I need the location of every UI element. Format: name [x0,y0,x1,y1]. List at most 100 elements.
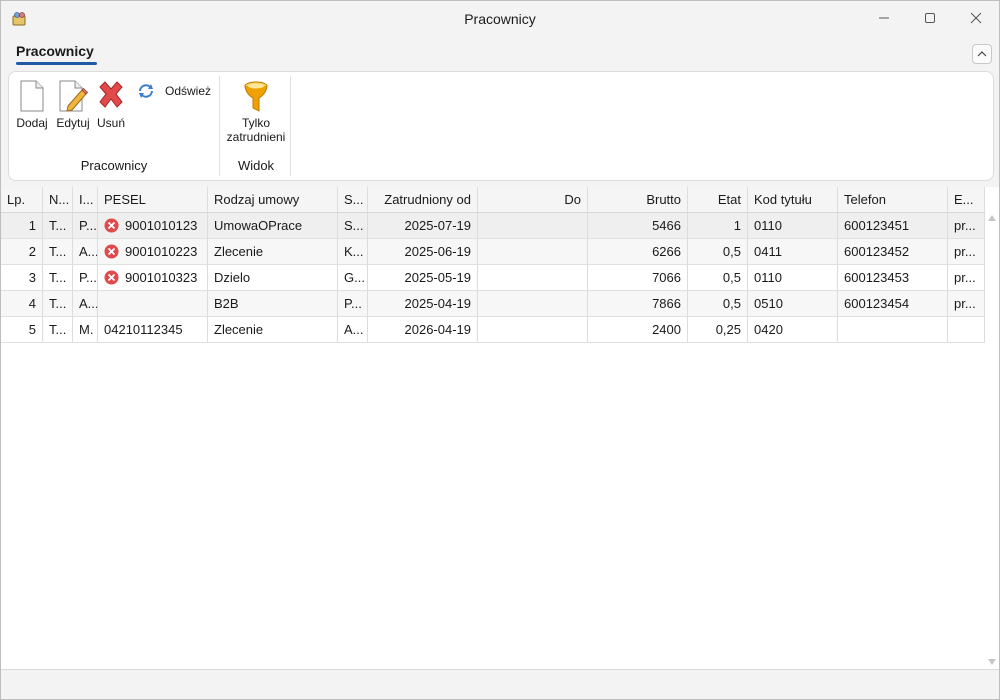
refresh-button-label: Odśwież [165,84,212,98]
maximize-icon [925,13,935,23]
funnel-icon [244,81,268,112]
cell-kod-tytulu: 0411 [748,239,838,264]
column-header-nazwisko[interactable]: N... [43,187,73,212]
filter-button-label-line2: zatrudnieni [226,130,286,144]
employees-grid[interactable]: Lp. N... I... PESEL Rodzaj umowy S... Za… [1,187,999,669]
cell-imie: M. [73,317,98,342]
group-separator [219,76,220,176]
cell-brutto: 7066 [588,265,688,290]
maximize-button[interactable] [907,1,953,35]
cell-do [478,291,588,316]
cell-rodzaj-umowy: Zlecenie [208,239,338,264]
cell-pesel-value: 9001010223 [125,244,198,259]
cell-kod-tytulu: 0420 [748,317,838,342]
close-button[interactable] [953,1,999,35]
cell-s: S... [338,213,368,238]
cell-telefon: 600123454 [838,291,948,316]
table-row[interactable]: 5 T... M. 04210112345 Zlecenie A... 2026… [1,317,985,343]
minimize-button[interactable] [861,1,907,35]
column-header-email[interactable]: E... [948,187,985,212]
cell-brutto: 6266 [588,239,688,264]
collapse-ribbon-button[interactable] [972,44,992,64]
cell-do [478,317,588,342]
cell-do [478,265,588,290]
column-header-zatrudniony-od[interactable]: Zatrudniony od [368,187,478,212]
cell-pesel: 9001010123 [98,213,208,238]
new-document-icon [20,80,44,112]
cell-email: pr... [948,265,985,290]
cell-rodzaj-umowy: Dzielo [208,265,338,290]
cell-do [478,239,588,264]
delete-button[interactable]: Usuń [95,80,127,130]
cell-brutto: 7866 [588,291,688,316]
vertical-scrollbar[interactable] [985,213,999,669]
table-row[interactable]: 1 T... P... 9001010123 UmowaOPrace S... … [1,213,985,239]
cell-imie: P... [73,213,98,238]
cell-email: pr... [948,291,985,316]
column-header-s[interactable]: S... [338,187,368,212]
column-header-telefon[interactable]: Telefon [838,187,948,212]
cell-etat: 0,5 [688,265,748,290]
title-bar[interactable]: Pracownicy [1,1,999,37]
cell-lp: 1 [1,213,43,238]
cell-zatrudniony-od: 2025-07-19 [368,213,478,238]
edit-button[interactable]: Edytuj [53,80,93,130]
column-header-kod-tytulu[interactable]: Kod tytułu [748,187,838,212]
status-bar [1,669,999,699]
cell-kod-tytulu: 0110 [748,213,838,238]
ribbon: Pracownicy Dodaj Edytuj Usuń Odśwież Pra… [1,37,999,187]
error-circle-icon [104,270,119,285]
cell-zatrudniony-od: 2025-05-19 [368,265,478,290]
filter-button-label-line1: Tylko [241,116,270,130]
add-button[interactable]: Dodaj [13,80,51,130]
ribbon-panel: Dodaj Edytuj Usuń Odśwież Pracownicy Tyl… [8,71,994,181]
refresh-button[interactable]: Odśwież [137,82,217,102]
cell-email [948,317,985,342]
cell-etat: 1 [688,213,748,238]
column-header-etat[interactable]: Etat [688,187,748,212]
cell-etat: 0,5 [688,239,748,264]
ribbon-tab-pracownicy[interactable]: Pracownicy [16,43,94,59]
minimize-icon [879,17,889,19]
cell-pesel-value: 9001010323 [125,270,198,285]
column-header-brutto[interactable]: Brutto [588,187,688,212]
edit-document-icon [59,80,88,112]
column-header-do[interactable]: Do [478,187,588,212]
grid-header: Lp. N... I... PESEL Rodzaj umowy S... Za… [1,187,985,213]
table-row[interactable]: 3 T... P... 9001010323 Dzielo G... 2025-… [1,265,985,291]
table-row[interactable]: 2 T... A... 9001010223 Zlecenie K... 202… [1,239,985,265]
ribbon-tab-underline [16,62,97,65]
only-employed-filter-button[interactable]: Tylko zatrudnieni [221,80,291,144]
column-header-imie[interactable]: I... [73,187,98,212]
cell-kod-tytulu: 0510 [748,291,838,316]
window-title: Pracownicy [464,11,536,27]
cell-pesel: 9001010223 [98,239,208,264]
scroll-up-arrow-icon[interactable] [988,215,996,221]
scroll-down-arrow-icon[interactable] [988,659,996,665]
cell-lp: 3 [1,265,43,290]
app-window: Pracownicy Pracownicy Dodaj Edytuj Usuń … [0,0,1000,700]
cell-nazwisko: T... [43,291,73,316]
cell-s: G... [338,265,368,290]
cell-nazwisko: T... [43,265,73,290]
column-header-pesel[interactable]: PESEL [98,187,208,212]
cell-s: A... [338,317,368,342]
cell-imie: P... [73,265,98,290]
column-header-lp[interactable]: Lp. [1,187,43,212]
cell-zatrudniony-od: 2025-04-19 [368,291,478,316]
cell-s: P... [338,291,368,316]
cell-do [478,213,588,238]
cell-telefon: 600123453 [838,265,948,290]
column-header-rodzaj-umowy[interactable]: Rodzaj umowy [208,187,338,212]
error-circle-icon [104,244,119,259]
add-button-label: Dodaj [16,116,48,130]
cell-etat: 0,5 [688,291,748,316]
refresh-icon [139,84,153,98]
close-icon [970,12,982,24]
table-row[interactable]: 4 T... A... B2B P... 2025-04-19 7866 0,5… [1,291,985,317]
cell-telefon [838,317,948,342]
cell-nazwisko: T... [43,213,73,238]
chevron-up-icon [977,51,987,57]
cell-imie: A... [73,239,98,264]
cell-brutto: 2400 [588,317,688,342]
